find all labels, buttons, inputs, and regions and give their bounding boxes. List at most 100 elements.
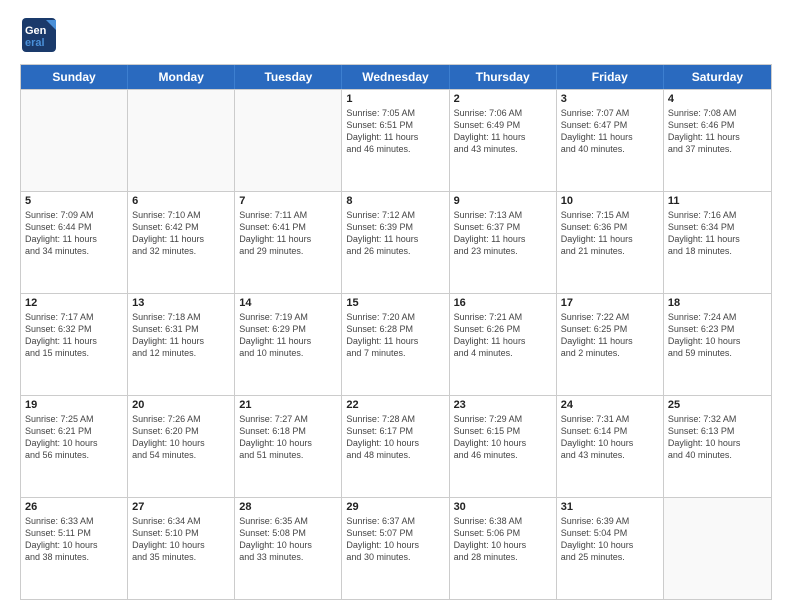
day-info: Sunrise: 7:25 AM Sunset: 6:21 PM Dayligh… (25, 413, 123, 462)
day-number: 4 (668, 93, 767, 105)
calendar-cell-23: 23 Sunrise: 7:29 AM Sunset: 6:15 PM Dayli… (450, 396, 557, 497)
day-info: Sunrise: 7:31 AM Sunset: 6:14 PM Dayligh… (561, 413, 659, 462)
day-info: Sunrise: 7:13 AM Sunset: 6:37 PM Dayligh… (454, 209, 552, 258)
day-number: 14 (239, 297, 337, 309)
day-info: Sunrise: 7:24 AM Sunset: 6:23 PM Dayligh… (668, 311, 767, 360)
day-number: 20 (132, 399, 230, 411)
calendar-cell-31: 31 Sunrise: 6:39 AM Sunset: 5:04 PM Dayli… (557, 498, 664, 599)
day-info: Sunrise: 7:07 AM Sunset: 6:47 PM Dayligh… (561, 107, 659, 156)
day-number: 27 (132, 501, 230, 513)
day-info: Sunrise: 7:15 AM Sunset: 6:36 PM Dayligh… (561, 209, 659, 258)
day-number: 7 (239, 195, 337, 207)
calendar-cell-6: 6 Sunrise: 7:10 AM Sunset: 6:42 PM Daylig… (128, 192, 235, 293)
day-number: 10 (561, 195, 659, 207)
calendar-header-row: SundayMondayTuesdayWednesdayThursdayFrid… (21, 65, 771, 89)
header-day-monday: Monday (128, 65, 235, 89)
day-info: Sunrise: 7:09 AM Sunset: 6:44 PM Dayligh… (25, 209, 123, 258)
day-number: 24 (561, 399, 659, 411)
calendar-cell-20: 20 Sunrise: 7:26 AM Sunset: 6:20 PM Dayli… (128, 396, 235, 497)
calendar-cell-7: 7 Sunrise: 7:11 AM Sunset: 6:41 PM Daylig… (235, 192, 342, 293)
day-number: 29 (346, 501, 444, 513)
day-number: 13 (132, 297, 230, 309)
calendar-cell-26: 26Sunrise: 6:33 AM Sunset: 5:11 PM Dayli… (21, 498, 128, 599)
day-number: 1 (346, 93, 444, 105)
day-info: Sunrise: 6:37 AM Sunset: 5:07 PM Dayligh… (346, 515, 444, 564)
day-number: 18 (668, 297, 767, 309)
calendar-cell-8: 8 Sunrise: 7:12 AM Sunset: 6:39 PM Daylig… (342, 192, 449, 293)
day-info: Sunrise: 7:11 AM Sunset: 6:41 PM Dayligh… (239, 209, 337, 258)
day-info: Sunrise: 7:28 AM Sunset: 6:17 PM Dayligh… (346, 413, 444, 462)
calendar-cell-empty-4-6 (664, 498, 771, 599)
calendar-cell-19: 19 Sunrise: 7:25 AM Sunset: 6:21 PM Dayli… (21, 396, 128, 497)
calendar-cell-21: 21Sunrise: 7:27 AM Sunset: 6:18 PM Dayli… (235, 396, 342, 497)
day-info: Sunrise: 7:05 AM Sunset: 6:51 PM Dayligh… (346, 107, 444, 156)
day-info: Sunrise: 7:22 AM Sunset: 6:25 PM Dayligh… (561, 311, 659, 360)
day-info: Sunrise: 7:19 AM Sunset: 6:29 PM Dayligh… (239, 311, 337, 360)
calendar-cell-10: 10 Sunrise: 7:15 AM Sunset: 6:36 PM Dayli… (557, 192, 664, 293)
day-info: Sunrise: 6:39 AM Sunset: 5:04 PM Dayligh… (561, 515, 659, 564)
header-day-saturday: Saturday (664, 65, 771, 89)
day-number: 23 (454, 399, 552, 411)
day-info: Sunrise: 7:08 AM Sunset: 6:46 PM Dayligh… (668, 107, 767, 156)
header-day-thursday: Thursday (450, 65, 557, 89)
calendar-cell-25: 25 Sunrise: 7:32 AM Sunset: 6:13 PM Dayli… (664, 396, 771, 497)
svg-text:Gen: Gen (25, 25, 47, 37)
day-number: 6 (132, 195, 230, 207)
logo-icon: Gen eral (20, 16, 58, 54)
day-number: 19 (25, 399, 123, 411)
header-day-friday: Friday (557, 65, 664, 89)
day-info: Sunrise: 7:20 AM Sunset: 6:28 PM Dayligh… (346, 311, 444, 360)
calendar-cell-2: 2 Sunrise: 7:06 AM Sunset: 6:49 PM Daylig… (450, 90, 557, 191)
day-number: 15 (346, 297, 444, 309)
header-day-wednesday: Wednesday (342, 65, 449, 89)
day-info: Sunrise: 7:18 AM Sunset: 6:31 PM Dayligh… (132, 311, 230, 360)
calendar-cell-29: 29 Sunrise: 6:37 AM Sunset: 5:07 PM Dayli… (342, 498, 449, 599)
calendar-cell-12: 12 Sunrise: 7:17 AM Sunset: 6:32 PM Dayli… (21, 294, 128, 395)
header-day-tuesday: Tuesday (235, 65, 342, 89)
day-number: 16 (454, 297, 552, 309)
calendar-cell-empty-0-1 (128, 90, 235, 191)
header-day-sunday: Sunday (21, 65, 128, 89)
calendar-week-2: 12 Sunrise: 7:17 AM Sunset: 6:32 PM Dayli… (21, 293, 771, 395)
calendar-cell-24: 24 Sunrise: 7:31 AM Sunset: 6:14 PM Dayli… (557, 396, 664, 497)
day-info: Sunrise: 7:32 AM Sunset: 6:13 PM Dayligh… (668, 413, 767, 462)
day-info: Sunrise: 7:29 AM Sunset: 6:15 PM Dayligh… (454, 413, 552, 462)
calendar-cell-empty-0-0 (21, 90, 128, 191)
day-info: Sunrise: 7:06 AM Sunset: 6:49 PM Dayligh… (454, 107, 552, 156)
calendar-cell-30: 30 Sunrise: 6:38 AM Sunset: 5:06 PM Dayli… (450, 498, 557, 599)
calendar-body: 1 Sunrise: 7:05 AM Sunset: 6:51 PM Daylig… (21, 89, 771, 599)
day-number: 26 (25, 501, 123, 513)
calendar-cell-empty-0-2 (235, 90, 342, 191)
day-number: 2 (454, 93, 552, 105)
calendar-cell-28: 28Sunrise: 6:35 AM Sunset: 5:08 PM Dayli… (235, 498, 342, 599)
day-info: Sunrise: 7:10 AM Sunset: 6:42 PM Dayligh… (132, 209, 230, 258)
logo: Gen eral (20, 16, 60, 54)
calendar-week-0: 1 Sunrise: 7:05 AM Sunset: 6:51 PM Daylig… (21, 89, 771, 191)
calendar-week-3: 19 Sunrise: 7:25 AM Sunset: 6:21 PM Dayli… (21, 395, 771, 497)
calendar-cell-5: 5Sunrise: 7:09 AM Sunset: 6:44 PM Daylig… (21, 192, 128, 293)
day-number: 12 (25, 297, 123, 309)
page: Gen eral SundayMondayTuesdayWednesdayThu… (0, 0, 792, 612)
calendar-cell-11: 11Sunrise: 7:16 AM Sunset: 6:34 PM Dayli… (664, 192, 771, 293)
day-info: Sunrise: 7:26 AM Sunset: 6:20 PM Dayligh… (132, 413, 230, 462)
calendar-cell-3: 3 Sunrise: 7:07 AM Sunset: 6:47 PM Daylig… (557, 90, 664, 191)
calendar-cell-16: 16Sunrise: 7:21 AM Sunset: 6:26 PM Dayli… (450, 294, 557, 395)
day-number: 25 (668, 399, 767, 411)
day-number: 28 (239, 501, 337, 513)
calendar-cell-15: 15 Sunrise: 7:20 AM Sunset: 6:28 PM Dayli… (342, 294, 449, 395)
calendar-cell-18: 18 Sunrise: 7:24 AM Sunset: 6:23 PM Dayli… (664, 294, 771, 395)
header: Gen eral (20, 16, 772, 54)
calendar-cell-17: 17 Sunrise: 7:22 AM Sunset: 6:25 PM Dayli… (557, 294, 664, 395)
calendar-week-4: 26Sunrise: 6:33 AM Sunset: 5:11 PM Dayli… (21, 497, 771, 599)
day-info: Sunrise: 6:38 AM Sunset: 5:06 PM Dayligh… (454, 515, 552, 564)
calendar-cell-13: 13 Sunrise: 7:18 AM Sunset: 6:31 PM Dayli… (128, 294, 235, 395)
calendar-cell-27: 27Sunrise: 6:34 AM Sunset: 5:10 PM Dayli… (128, 498, 235, 599)
day-number: 17 (561, 297, 659, 309)
day-number: 30 (454, 501, 552, 513)
day-info: Sunrise: 7:12 AM Sunset: 6:39 PM Dayligh… (346, 209, 444, 258)
calendar-cell-14: 14 Sunrise: 7:19 AM Sunset: 6:29 PM Dayli… (235, 294, 342, 395)
day-number: 8 (346, 195, 444, 207)
day-number: 31 (561, 501, 659, 513)
day-number: 3 (561, 93, 659, 105)
day-info: Sunrise: 7:17 AM Sunset: 6:32 PM Dayligh… (25, 311, 123, 360)
